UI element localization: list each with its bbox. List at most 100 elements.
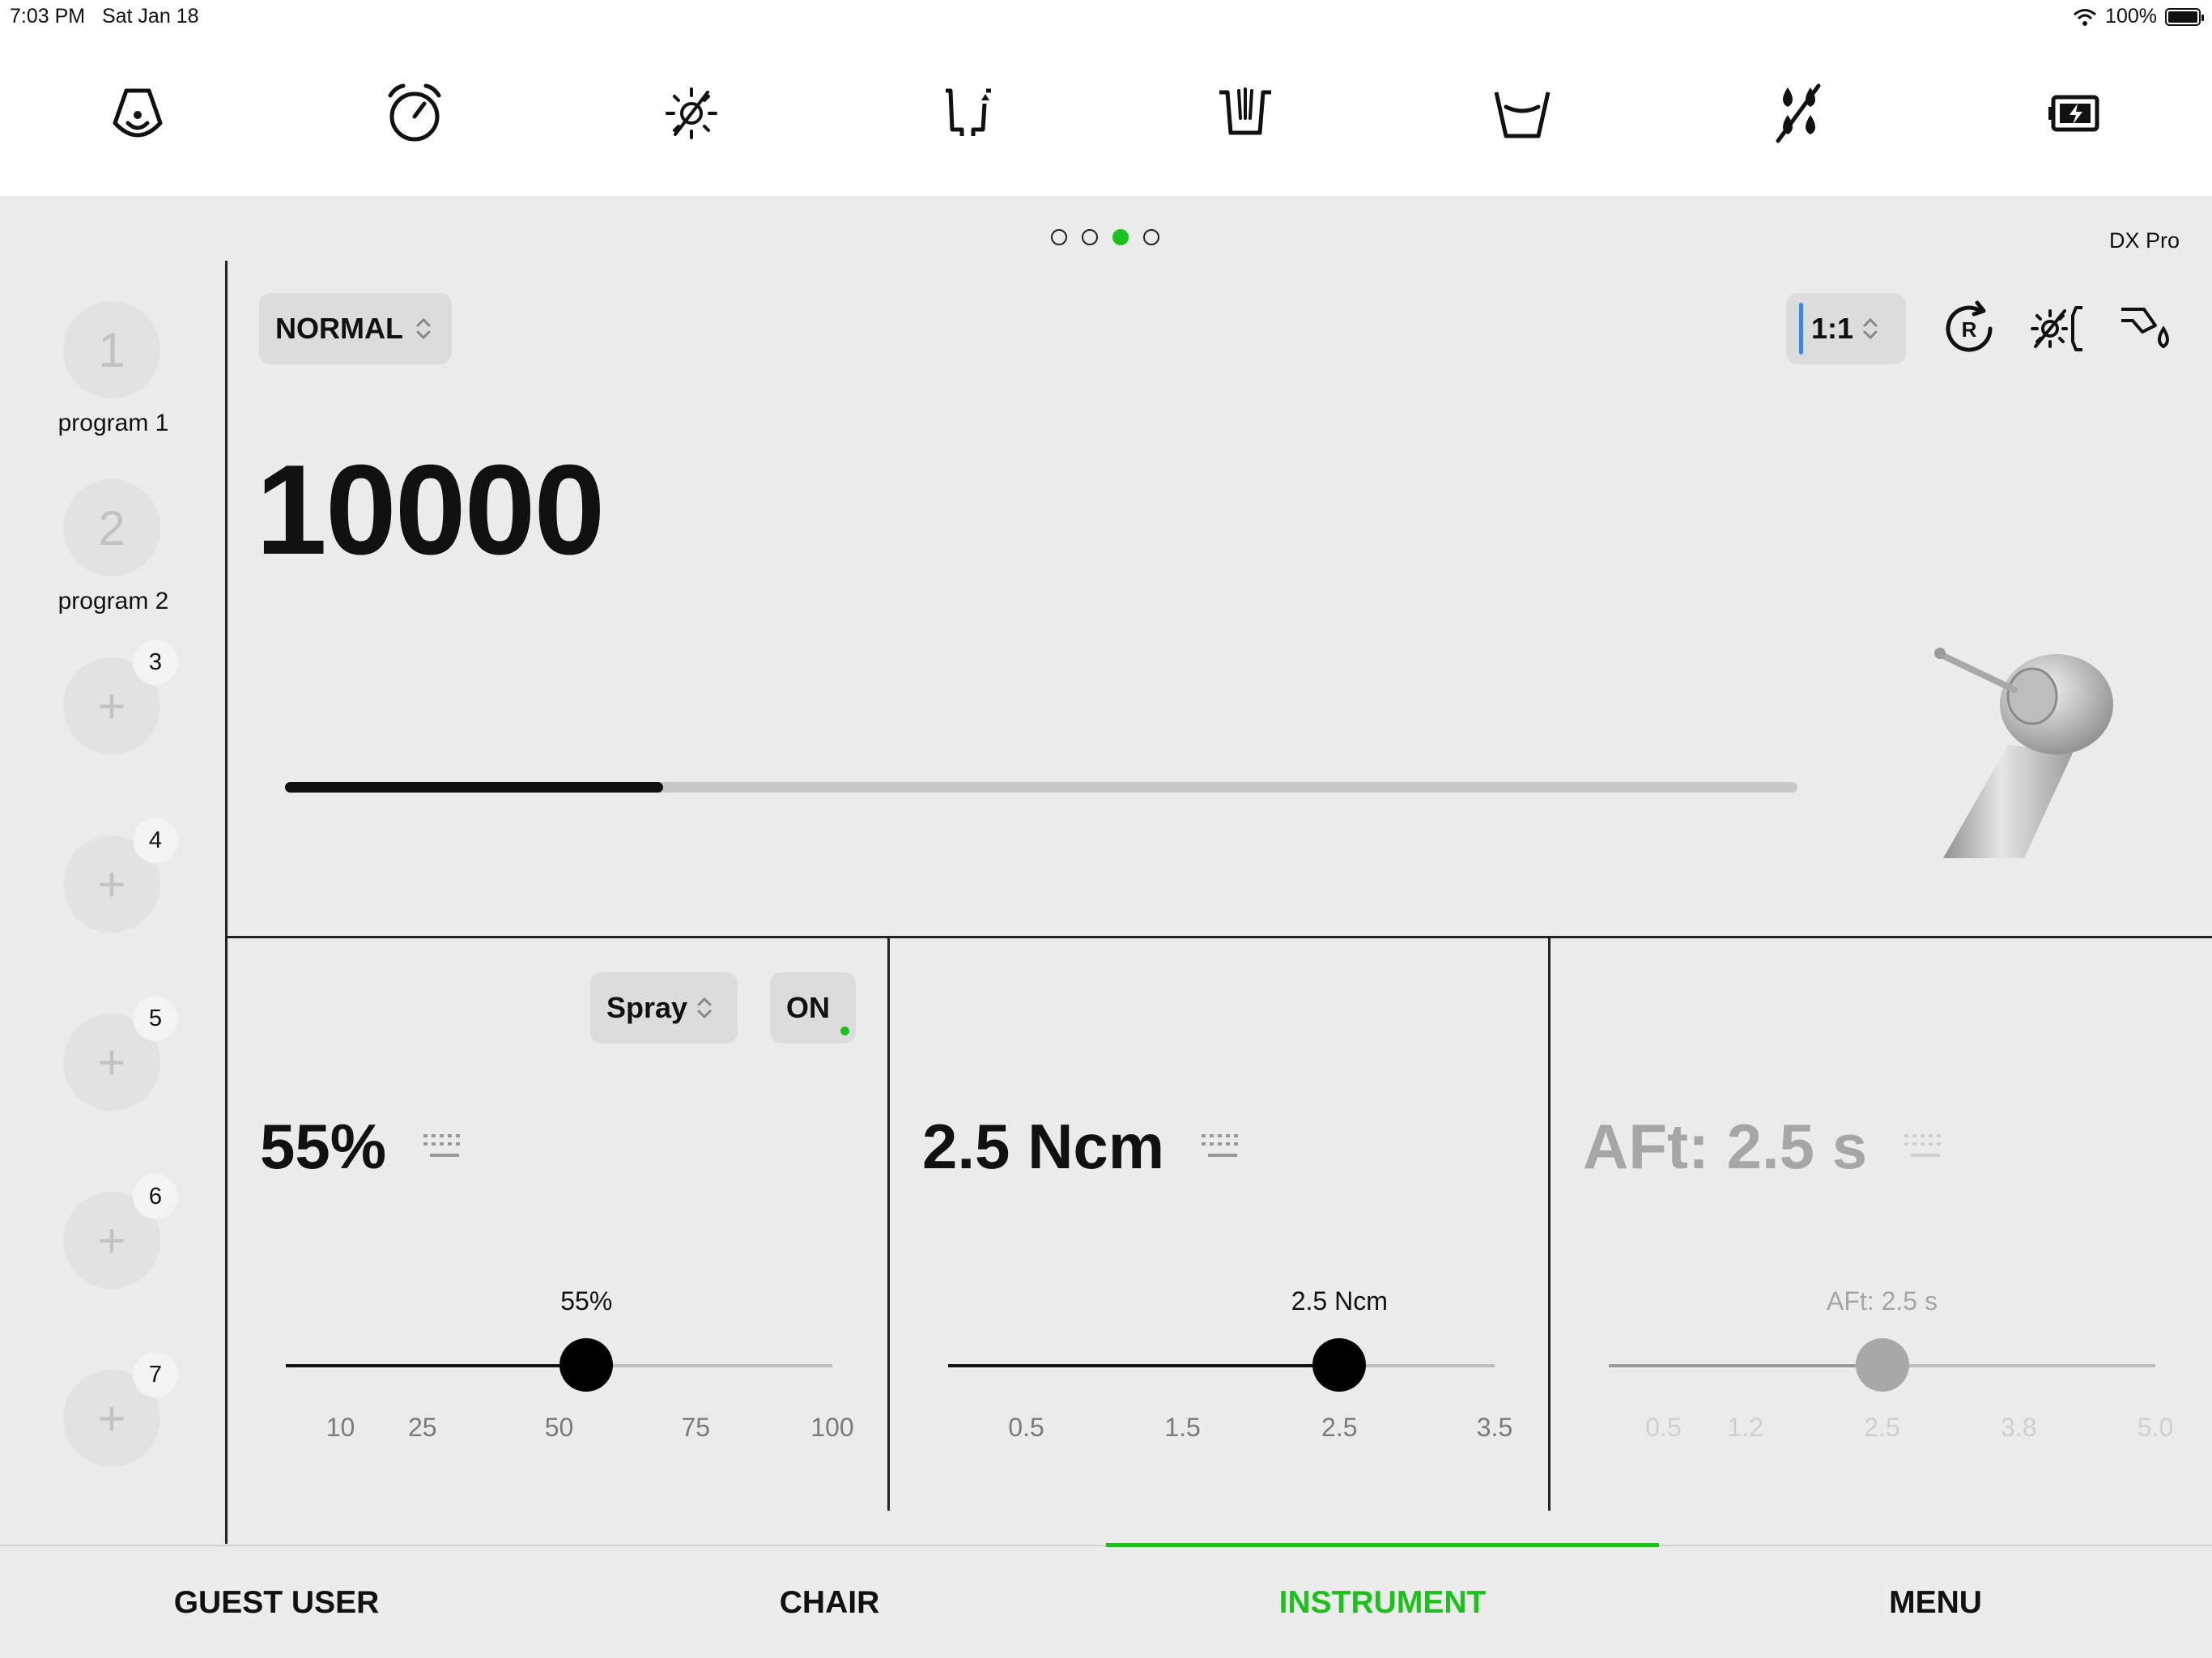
program-slot-badge: 4 [133, 818, 178, 863]
torque-value-readout: 2.5 Ncm [922, 1110, 1245, 1184]
torque-value: 2.5 Ncm [922, 1111, 1165, 1182]
slider-tick-label: 3.5 [1476, 1413, 1513, 1442]
keypad-icon[interactable] [422, 1131, 467, 1163]
toolbar-water[interactable] [1750, 65, 1848, 162]
speed-progress-fill [285, 782, 663, 793]
slider-ticks: 10 25 50 75 100 [286, 1413, 854, 1445]
program-button-1[interactable]: 1 [63, 301, 160, 398]
mode-select[interactable]: NORMAL [259, 293, 452, 364]
page-indicator[interactable] [1051, 229, 1159, 245]
timer-icon [388, 83, 441, 142]
nav-chair[interactable]: CHAIR [553, 1546, 1106, 1658]
program-number: 1 [98, 322, 125, 377]
keypad-icon[interactable] [1903, 1131, 1948, 1163]
status-dot [840, 1027, 849, 1035]
slider-value-label: 2.5 Ncm [1291, 1286, 1388, 1316]
toolbar-dental-lamp[interactable] [89, 65, 186, 162]
status-date: Sat Jan 18 [101, 5, 199, 28]
slider-value-label: 55% [560, 1286, 613, 1316]
aft-slider[interactable]: AFt: 2.5 s 0.5 1.2 2.5 3.8 5.0 [1609, 1286, 2173, 1442]
aft-value-readout: AFt: 2.5 s [1583, 1110, 1948, 1184]
toolbar-timer[interactable] [366, 65, 463, 162]
battery-icon [2165, 7, 2204, 26]
gear-ratio-select[interactable]: 1:1 [1786, 293, 1906, 364]
wifi-icon [2074, 8, 2097, 26]
spray-water-icon[interactable] [2115, 296, 2180, 361]
toolbar-water-cup[interactable] [1474, 65, 1571, 162]
bottom-navigation: GUEST USER CHAIR INSTRUMENT MENU [0, 1543, 2212, 1658]
water-off-icon [1776, 83, 1821, 143]
slider-tick-label: 3.8 [2001, 1413, 2037, 1442]
page-dot[interactable] [1051, 229, 1067, 245]
slider-tick-label: 10 [325, 1413, 355, 1442]
spray-slider[interactable]: 55% 10 25 50 75 100 [286, 1286, 854, 1442]
battery-charge-icon [2048, 95, 2099, 132]
slider-tick-label: 50 [544, 1413, 574, 1442]
toolbar-battery-charge[interactable] [2027, 65, 2125, 162]
program-label-1: program 1 [57, 410, 169, 436]
svg-text:R: R [1962, 317, 1977, 342]
handpiece-image [1934, 648, 2113, 858]
toolbar-suction[interactable] [1197, 65, 1294, 162]
program-number: 2 [98, 500, 125, 555]
keypad-icon[interactable] [1200, 1131, 1245, 1163]
status-time: 7:03 PM [10, 5, 86, 28]
spray-type-select[interactable]: Spray [590, 972, 738, 1044]
nav-menu[interactable]: MENU [1659, 1546, 2212, 1658]
slider-tick-label: 25 [407, 1413, 437, 1442]
nav-guest-user[interactable]: GUEST USER [0, 1546, 553, 1658]
speed-progress-bar [285, 782, 1797, 793]
light-off-icon [666, 87, 717, 139]
dental-lamp-icon [113, 88, 163, 138]
torque-slider[interactable]: 2.5 Ncm 0.5 1.5 2.5 3.5 [948, 1286, 1512, 1442]
ratio-color-indicator [1799, 303, 1803, 355]
updown-chevron-icon [697, 997, 712, 1019]
spray-panel: Spray ON 55% 55% 10 25 50 75 100 [228, 938, 887, 1509]
spray-value-readout: 55% [260, 1110, 467, 1184]
suction-icon [1219, 87, 1271, 135]
water-cup-icon [1494, 91, 1551, 138]
page-dot[interactable] [1082, 229, 1098, 245]
quick-toolbar [0, 65, 2212, 162]
light-icon[interactable] [2026, 296, 2091, 361]
torque-panel: 2.5 Ncm 2.5 Ncm 0.5 1.5 2.5 3.5 [890, 938, 1548, 1509]
spray-value: 55% [260, 1111, 387, 1182]
spray-type-value: Spray [606, 991, 688, 1024]
program-button-2[interactable]: 2 [63, 479, 160, 576]
slider-tick-label: 0.5 [1008, 1413, 1044, 1442]
speed-readout: 10000 [256, 439, 605, 581]
slider-fill [286, 1364, 587, 1367]
plus-icon: + [97, 857, 126, 912]
slider-value-label: AFt: 2.5 s [1827, 1286, 1938, 1316]
slider-tick-label: 2.5 [1864, 1413, 1900, 1442]
page-dot[interactable] [1112, 229, 1129, 245]
slider-fill [1609, 1364, 1882, 1367]
mode-value: NORMAL [275, 312, 403, 345]
toolbar-light[interactable] [643, 65, 740, 162]
nav-instrument[interactable]: INSTRUMENT [1106, 1546, 1659, 1658]
toolbar-chair-position[interactable] [920, 65, 1017, 162]
slider-tick-label: 5.0 [2137, 1413, 2174, 1442]
chair-position-icon [946, 88, 991, 136]
plus-icon: + [97, 1213, 126, 1268]
reverse-rotation-icon[interactable]: R [1937, 296, 2001, 361]
slider-ticks: 0.5 1.5 2.5 3.5 [948, 1413, 1512, 1445]
aft-panel: AFt: 2.5 s AFt: 2.5 s 0.5 1.2 2.5 3.8 5.0 [1551, 938, 2212, 1509]
page-dot[interactable] [1143, 229, 1159, 245]
slider-thumb[interactable] [1855, 1338, 1909, 1392]
slider-fill [948, 1364, 1340, 1367]
slider-tick-label: 1.5 [1164, 1413, 1201, 1442]
spray-toggle[interactable]: ON [770, 972, 856, 1044]
device-model-label: DX Pro [2108, 228, 2180, 253]
plus-icon: + [97, 1035, 126, 1090]
program-slot-badge: 6 [133, 1174, 178, 1219]
slider-thumb[interactable] [559, 1338, 614, 1392]
top-bar: 7:03 PM Sat Jan 18 100% [0, 0, 2212, 196]
program-slot-badge: 5 [133, 996, 178, 1041]
slider-tick-label: 2.5 [1321, 1413, 1358, 1442]
plus-icon: + [97, 678, 126, 733]
slider-tick-label: 75 [681, 1413, 711, 1442]
updown-chevron-icon [416, 317, 431, 340]
slider-tick-label: 0.5 [1645, 1413, 1682, 1442]
slider-thumb[interactable] [1312, 1338, 1367, 1392]
